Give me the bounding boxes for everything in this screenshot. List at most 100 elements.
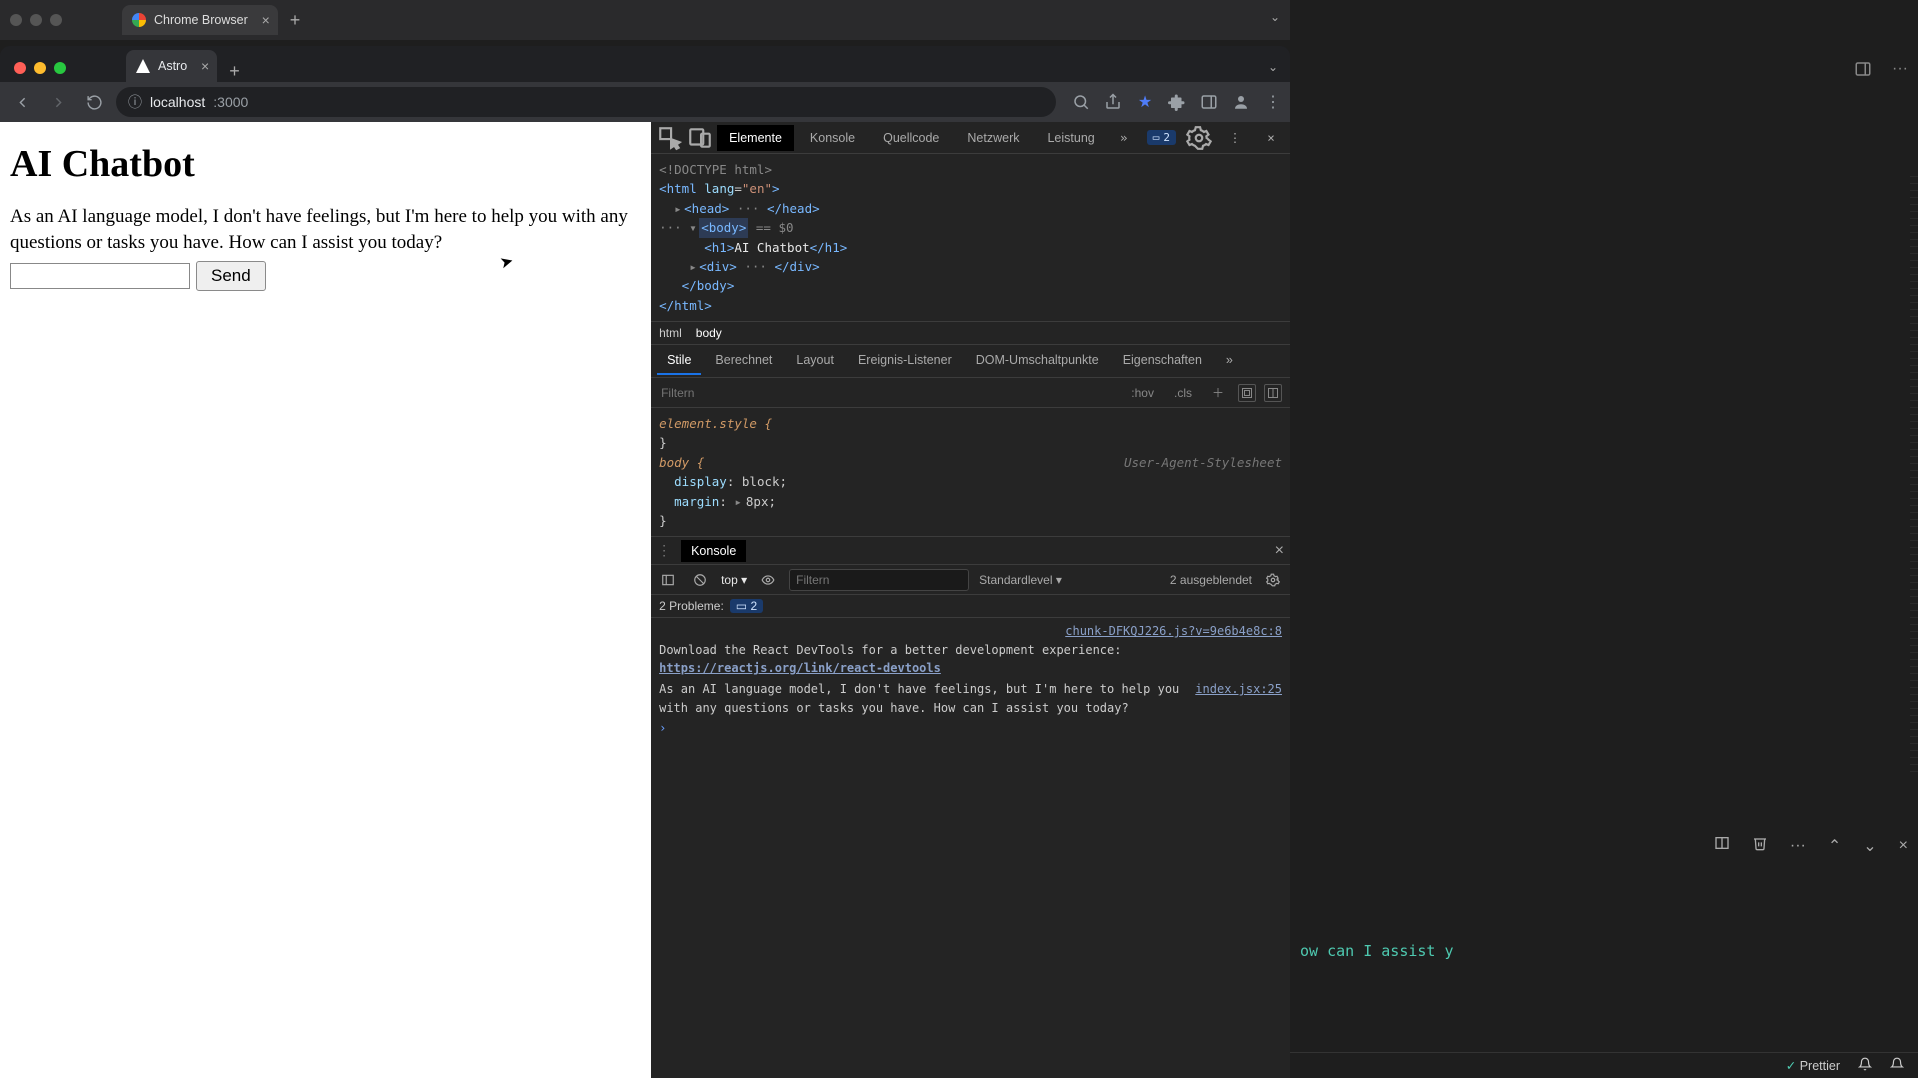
new-tab-button[interactable]: +	[290, 10, 301, 31]
log-level-select[interactable]: Standardlevel ▾	[979, 573, 1062, 587]
more-icon[interactable]: ···	[1790, 837, 1806, 855]
content-split: AI Chatbot As an AI language model, I do…	[0, 122, 1290, 1078]
styles-body[interactable]: element.style { } body {User-Agent-Style…	[651, 408, 1290, 536]
send-button[interactable]: Send	[196, 261, 266, 291]
traffic-light-min[interactable]	[34, 62, 46, 74]
profile-avatar-icon[interactable]	[1232, 93, 1250, 111]
minimap-sliver	[1910, 170, 1918, 778]
new-style-rule-icon[interactable]: ＋	[1206, 382, 1230, 403]
feedback-icon[interactable]	[1858, 1057, 1872, 1074]
chat-input[interactable]	[10, 263, 190, 289]
close-icon[interactable]: ×	[262, 12, 270, 28]
tabs-overflow-icon[interactable]: »	[1111, 125, 1137, 151]
chat-input-row: Send	[10, 261, 641, 291]
breadcrumb-html[interactable]: html	[659, 326, 682, 340]
tab-dom-breakpoints[interactable]: DOM-Umschaltpunkte	[966, 347, 1109, 375]
tab-layout[interactable]: Layout	[786, 347, 844, 375]
tabs-dropdown-icon[interactable]: ⌄	[1268, 60, 1278, 74]
kebab-menu-icon[interactable]: ⋮	[1222, 125, 1248, 151]
trash-icon[interactable]	[1752, 835, 1768, 856]
console-problems-row[interactable]: 2 Probleme: ▭ 2	[651, 595, 1290, 618]
tab-computed[interactable]: Berechnet	[705, 347, 782, 375]
nav-reload-button[interactable]	[80, 88, 108, 116]
log-source-link[interactable]: chunk-DFKQJ226.js?v=9e6b4e8c:8	[1065, 622, 1282, 641]
toggle-rendering-icon[interactable]	[1264, 384, 1282, 402]
problems-chip[interactable]: ▭ 2	[730, 599, 763, 613]
close-icon[interactable]: ×	[201, 58, 209, 74]
tabs-dropdown-icon[interactable]: ⌄	[1270, 10, 1280, 24]
computed-sidebar-icon[interactable]	[1238, 384, 1256, 402]
cls-toggle[interactable]: .cls	[1168, 384, 1198, 402]
extensions-icon[interactable]	[1168, 93, 1186, 111]
dom-breadcrumb[interactable]: html body	[651, 321, 1290, 345]
chrome-tab-astro[interactable]: Astro ×	[126, 50, 217, 82]
navbar-right: ★ ⋮	[1072, 93, 1282, 111]
react-devtools-link[interactable]: https://reactjs.org/link/react-devtools	[659, 661, 941, 675]
console-context[interactable]: top ▾	[721, 573, 747, 587]
terminal-output-line: ow can I assist y	[1300, 942, 1908, 960]
tabs-overflow-icon[interactable]: »	[1216, 347, 1243, 375]
vscode-window: ··· ··· ⌃ ⌄ × ow can I assist y ✓ Pretti…	[1290, 0, 1918, 1078]
traffic-light-close[interactable]	[14, 62, 26, 74]
styles-filter-row: :hov .cls ＋	[651, 378, 1290, 408]
outer-tab-chrome[interactable]: Chrome Browser ×	[122, 5, 278, 35]
drawer-tabbar: ⋮ Konsole ×	[651, 537, 1290, 565]
share-icon[interactable]	[1104, 93, 1122, 111]
close-icon[interactable]: ×	[1899, 837, 1908, 855]
chevron-down-icon[interactable]: ⌄	[1863, 836, 1876, 856]
console-filter-input[interactable]	[789, 569, 969, 591]
inspect-element-icon[interactable]	[657, 125, 683, 151]
console-prompt-icon[interactable]: ›	[659, 721, 666, 735]
sidepanel-icon[interactable]	[1200, 93, 1218, 111]
tab-console[interactable]: Konsole	[798, 125, 867, 151]
new-tab-button[interactable]: +	[229, 61, 240, 82]
rendered-page: AI Chatbot As an AI language model, I do…	[0, 122, 651, 1078]
tab-performance[interactable]: Leistung	[1035, 125, 1106, 151]
close-icon[interactable]: ×	[1258, 125, 1284, 151]
tab-sources[interactable]: Quellcode	[871, 125, 951, 151]
site-info-icon[interactable]: ⓘ	[128, 92, 142, 112]
bell-icon[interactable]	[1890, 1057, 1904, 1074]
vscode-terminal-toolbar: ··· ⌃ ⌄ ×	[1714, 835, 1908, 856]
tab-network[interactable]: Netzwerk	[955, 125, 1031, 151]
chevron-up-icon[interactable]: ⌃	[1828, 836, 1841, 856]
zoom-icon[interactable]	[1072, 93, 1090, 111]
tab-listeners[interactable]: Ereignis-Listener	[848, 347, 962, 375]
tab-properties[interactable]: Eigenschaften	[1113, 347, 1212, 375]
more-icon[interactable]: ···	[1892, 60, 1908, 83]
dom-tree[interactable]: <!DOCTYPE html> <html lang="en"> ▸<head>…	[651, 154, 1290, 321]
clear-console-icon[interactable]	[689, 569, 711, 591]
drawer-tab-console[interactable]: Konsole	[681, 540, 746, 562]
tab-styles[interactable]: Stile	[657, 347, 701, 375]
status-prettier[interactable]: ✓ Prettier	[1786, 1058, 1840, 1073]
devtools-tabbar: Elemente Konsole Quellcode Netzwerk Leis…	[651, 122, 1290, 154]
chrome-favicon-icon	[132, 13, 146, 27]
issues-badge[interactable]: ▭ 2	[1147, 130, 1176, 145]
tab-elements[interactable]: Elemente	[717, 125, 794, 151]
nav-back-button[interactable]	[8, 88, 36, 116]
console-sidebar-icon[interactable]	[657, 569, 679, 591]
traffic-light-close[interactable]	[10, 14, 22, 26]
split-terminal-icon[interactable]	[1714, 835, 1730, 856]
traffic-light-min[interactable]	[30, 14, 42, 26]
gear-icon[interactable]	[1186, 125, 1212, 151]
hidden-count[interactable]: 2 ausgeblendet	[1170, 573, 1252, 587]
drawer-handle-icon[interactable]: ⋮	[657, 542, 671, 559]
close-icon[interactable]: ×	[1275, 542, 1284, 560]
log-source-link[interactable]: index.jsx:25	[1195, 680, 1282, 699]
device-toolbar-icon[interactable]	[687, 125, 713, 151]
outer-tab-title: Chrome Browser	[154, 13, 248, 27]
kebab-menu-icon[interactable]: ⋮	[1264, 93, 1282, 111]
panel-toggle-icon[interactable]	[1854, 60, 1872, 83]
traffic-light-max[interactable]	[54, 62, 66, 74]
breadcrumb-body[interactable]: body	[696, 326, 722, 340]
live-expression-icon[interactable]	[757, 569, 779, 591]
omnibox[interactable]: ⓘ localhost:3000	[116, 87, 1056, 117]
console-log[interactable]: chunk-DFKQJ226.js?v=9e6b4e8c:8 Download …	[651, 618, 1290, 744]
traffic-light-max[interactable]	[50, 14, 62, 26]
nav-forward-button[interactable]	[44, 88, 72, 116]
gear-icon[interactable]	[1262, 569, 1284, 591]
styles-filter-input[interactable]	[659, 385, 1117, 401]
bookmark-star-icon[interactable]: ★	[1136, 93, 1154, 111]
hov-toggle[interactable]: :hov	[1125, 384, 1160, 402]
